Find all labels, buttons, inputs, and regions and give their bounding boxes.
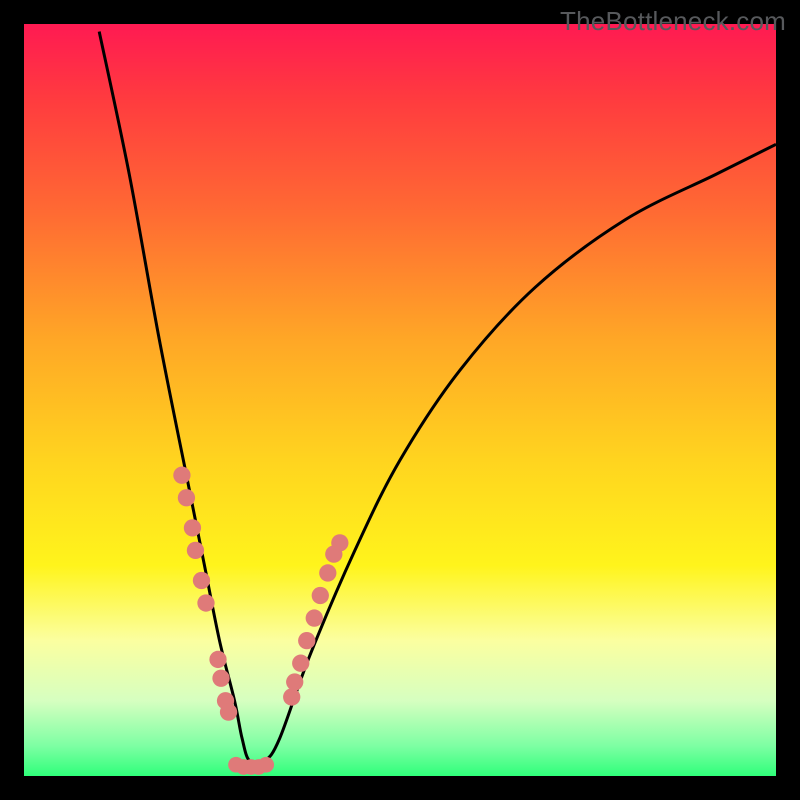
data-point-dot — [283, 688, 300, 705]
bottleneck-curve — [99, 32, 776, 764]
data-point-dot — [286, 673, 303, 690]
data-point-dot — [184, 519, 201, 536]
data-point-dot — [220, 703, 237, 720]
chart-overlay-svg — [24, 24, 776, 776]
data-point-dot — [178, 489, 195, 506]
data-point-dot — [298, 632, 315, 649]
markers-left-branch — [173, 467, 237, 721]
data-point-dot — [258, 757, 274, 773]
data-point-dot — [173, 467, 190, 484]
markers-right-branch — [283, 534, 348, 705]
data-point-dot — [312, 587, 329, 604]
data-point-dot — [212, 670, 229, 687]
data-point-dot — [292, 655, 309, 672]
data-point-dot — [197, 594, 214, 611]
markers-minimum — [228, 757, 274, 775]
data-point-dot — [306, 609, 323, 626]
data-point-dot — [193, 572, 210, 589]
data-point-dot — [331, 534, 348, 551]
data-point-dot — [209, 651, 226, 668]
chart-stage: TheBottleneck.com — [0, 0, 800, 800]
data-point-dot — [187, 542, 204, 559]
watermark-text: TheBottleneck.com — [560, 6, 786, 37]
data-point-dot — [319, 564, 336, 581]
